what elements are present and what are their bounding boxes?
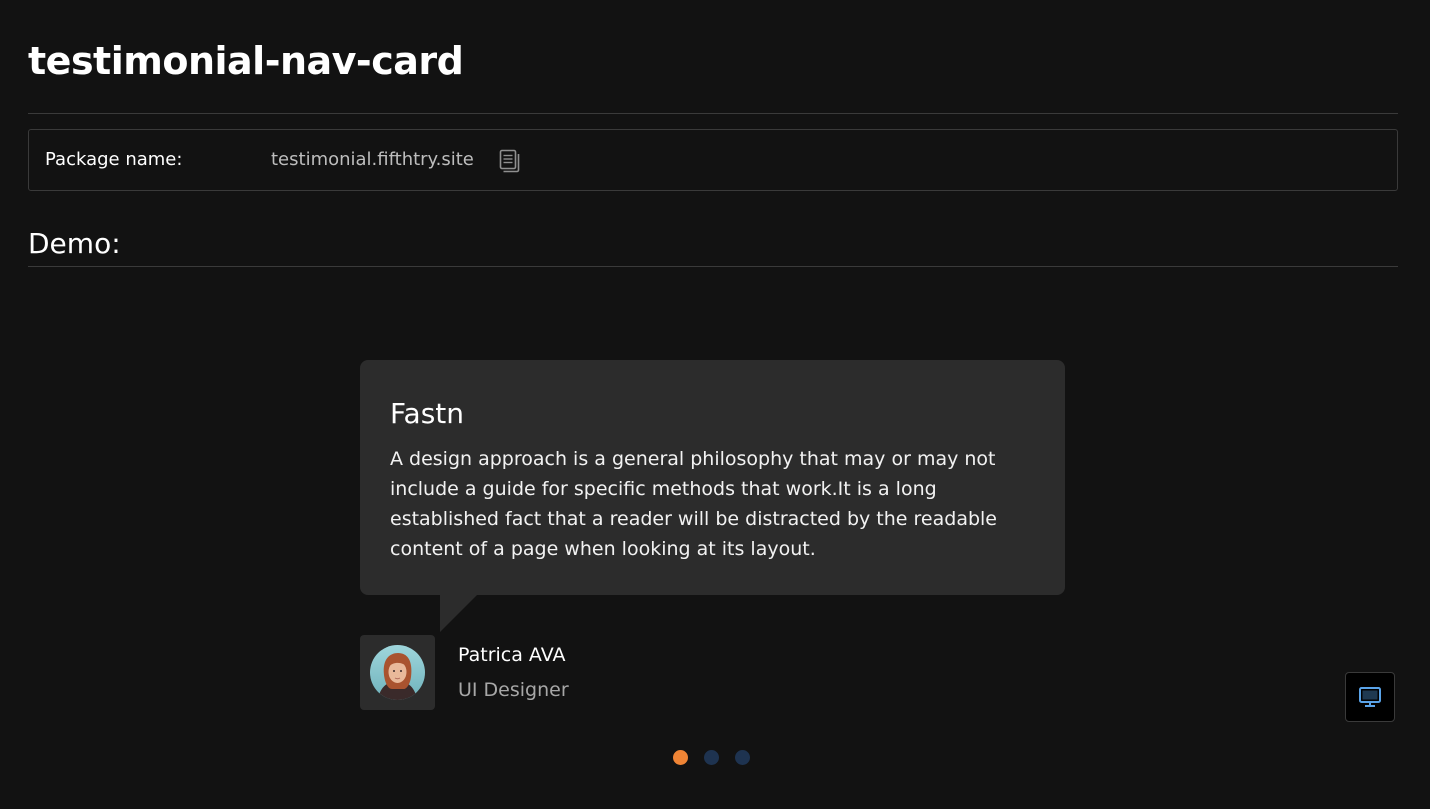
- package-name-value: testimonial.fifthtry.site: [271, 149, 474, 170]
- testimonial-card: Fastn A design approach is a general phi…: [360, 360, 1065, 595]
- pagination-dot-1[interactable]: [673, 750, 688, 765]
- avatar-photo: [370, 645, 425, 700]
- package-info-box: Package name: testimonial.fifthtry.site: [28, 129, 1398, 191]
- testimonial-title: Fastn: [390, 397, 465, 430]
- avatar: [370, 645, 425, 700]
- testimonial-body: A design approach is a general philosoph…: [390, 448, 997, 560]
- pagination-dot-3[interactable]: [735, 750, 750, 765]
- author-name: Patrica AVA: [458, 644, 566, 666]
- device-toggle-button[interactable]: [1345, 672, 1395, 722]
- page: testimonial-nav-card Package name: testi…: [0, 0, 1430, 809]
- page-title: testimonial-nav-card: [28, 39, 464, 83]
- demo-heading: Demo:: [28, 227, 121, 260]
- demo-divider: [28, 266, 1398, 267]
- author-role: UI Designer: [458, 679, 569, 701]
- desktop-monitor-icon: [1359, 687, 1381, 707]
- pagination-dot-2[interactable]: [704, 750, 719, 765]
- package-name-label: Package name:: [45, 149, 183, 170]
- avatar-frame: [360, 635, 435, 710]
- title-divider: [28, 113, 1398, 114]
- copy-icon[interactable]: [497, 148, 521, 174]
- testimonial-card-pointer: [440, 594, 478, 632]
